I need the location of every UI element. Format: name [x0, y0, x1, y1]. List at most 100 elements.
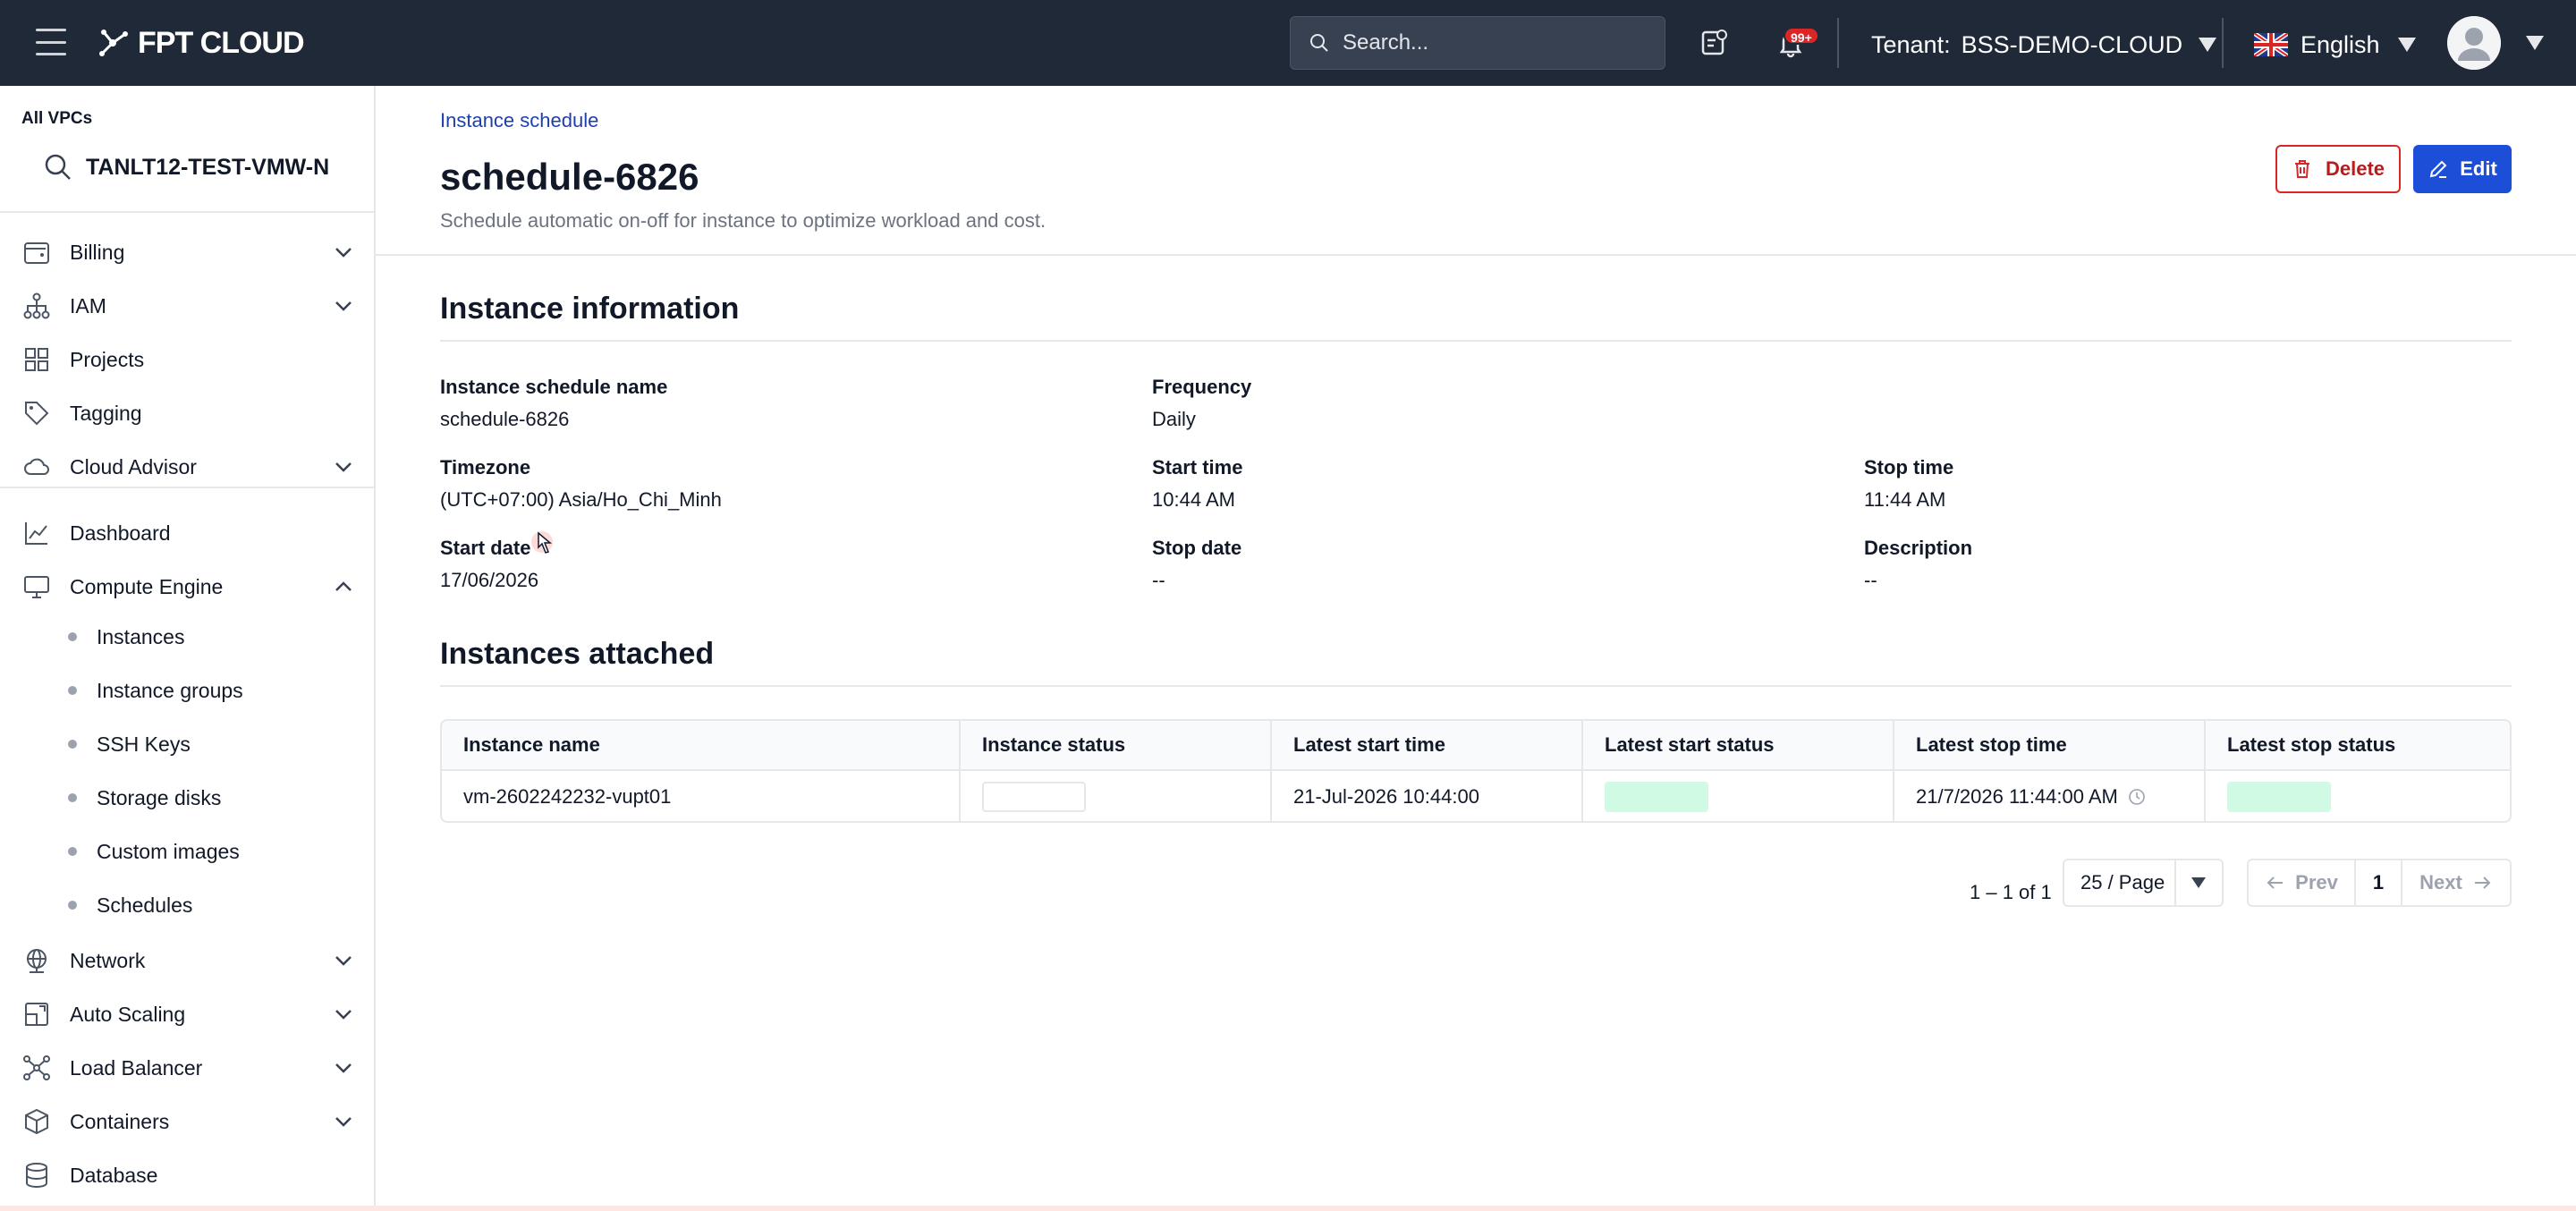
bullet-icon [68, 686, 77, 695]
sidebar-item-projects[interactable]: Projects [21, 338, 354, 381]
sidebar-subitem-instance-groups[interactable]: Instance groups [68, 671, 354, 710]
divider [376, 254, 2576, 256]
sidebar-item-load-balancer[interactable]: Load Balancer [21, 1046, 354, 1089]
menu-icon[interactable] [36, 29, 66, 55]
latest-start-status-cell [1583, 771, 1894, 821]
instance-name-cell[interactable]: vm-2602242232-vupt01 [442, 771, 961, 821]
page-size-value: 25 / Page [2064, 860, 2176, 905]
sidebar-item-database[interactable]: Database [21, 1154, 354, 1197]
field-label: Description [1864, 537, 1973, 559]
column-header[interactable]: Latest start time [1272, 721, 1583, 769]
chevron-down-icon [335, 301, 352, 311]
caret-down-icon [2191, 877, 2207, 888]
latest-stop-time: 21/7/2026 11:44:00 AM [1916, 785, 2118, 808]
sidebar-item-billing[interactable]: Billing [21, 231, 354, 274]
user-menu[interactable] [2447, 16, 2544, 70]
page-number-button[interactable]: 1 [2356, 860, 2402, 905]
sidebar-item-compute-engine[interactable]: Compute Engine [21, 565, 354, 608]
sidebar-item-iam[interactable]: IAM [21, 284, 354, 327]
sidebar-item-auto-scaling[interactable]: Auto Scaling [21, 993, 354, 1036]
caret-down-icon [2199, 38, 2217, 52]
column-header[interactable]: Latest stop time [1894, 721, 2206, 769]
table-row[interactable]: vm-2602242232-vupt01 21-Jul-2026 10:44:0… [442, 771, 2510, 821]
column-header[interactable]: Instance status [961, 721, 1272, 769]
tenant-label: Tenant: [1871, 30, 1951, 58]
prev-page-button[interactable]: Prev [2249, 860, 2356, 905]
top-bar: FPT CLOUD 99+ Tenant: BSS-DEMO-CLOUD Eng… [0, 0, 2576, 86]
instance-info-title: Instance information [440, 292, 740, 326]
sidebar: All VPCs TANLT12-TEST-VMW-N Billing IAM … [0, 86, 376, 1211]
sidebar-item-cloud-advisor[interactable]: Cloud Advisor [21, 445, 354, 488]
divider [2222, 18, 2224, 68]
sidebar-subitem-instances[interactable]: Instances [68, 617, 354, 656]
hierarchy-icon [23, 292, 50, 319]
sidebar-subitem-storage-disks[interactable]: Storage disks [68, 778, 354, 817]
latest-stop-status-cell [2206, 771, 2510, 821]
logo-mark-icon [99, 30, 128, 56]
page-size-select[interactable]: 25 / Page [2063, 859, 2224, 907]
page-subtitle: Schedule automatic on-off for instance t… [440, 209, 1046, 232]
delete-label: Delete [2325, 157, 2385, 180]
vpc-value: TANLT12-TEST-VMW-N [86, 154, 330, 180]
sidebar-subitem-custom-images[interactable]: Custom images [68, 832, 354, 871]
notification-badge: 99+ [1784, 27, 1819, 45]
sidebar-item-label: Compute Engine [70, 574, 224, 598]
vpc-label: All VPCs [21, 109, 93, 128]
table-header: Instance name Instance status Latest sta… [442, 721, 2510, 771]
pencil-icon [2429, 160, 2447, 178]
search-icon [1310, 34, 1328, 52]
arrow-right-icon [2474, 876, 2491, 889]
box-icon [25, 1108, 48, 1135]
main-content: Instance schedule schedule-6826 Schedule… [376, 86, 2576, 1211]
network-icon [23, 1055, 50, 1080]
monitor-icon [24, 576, 49, 598]
edit-button[interactable]: Edit [2413, 145, 2512, 193]
global-search[interactable] [1290, 16, 1665, 70]
trash-icon [2294, 160, 2309, 178]
bullet-icon [68, 740, 77, 749]
avatar[interactable] [2447, 16, 2501, 70]
latest-start-time-cell: 21-Jul-2026 10:44:00 [1272, 771, 1583, 821]
divider [0, 487, 374, 488]
page-title: schedule-6826 [440, 156, 699, 198]
instances-attached-title: Instances attached [440, 637, 715, 671]
field-value: 17/06/2026 [440, 569, 539, 591]
dropdown-toggle[interactable] [2176, 860, 2222, 905]
pointer-cursor-icon [531, 531, 553, 554]
sidebar-item-dashboard[interactable]: Dashboard [21, 512, 354, 555]
user-icon [2447, 16, 2501, 70]
breadcrumb[interactable]: Instance schedule [440, 109, 598, 132]
sidebar-subitem-label: Instance groups [97, 678, 243, 702]
sidebar-item-network[interactable]: Network [21, 939, 354, 982]
chevron-up-icon [335, 581, 352, 591]
search-input[interactable] [1343, 30, 1647, 55]
column-header[interactable]: Latest stop status [2206, 721, 2510, 769]
instance-status-cell [961, 771, 1272, 821]
sidebar-item-containers[interactable]: Containers [21, 1100, 354, 1143]
vpc-selector[interactable]: TANLT12-TEST-VMW-N [43, 145, 365, 190]
cloud-icon [24, 458, 49, 475]
next-page-button[interactable]: Next [2402, 860, 2510, 905]
sidebar-subitem-schedules[interactable]: Schedules [68, 885, 354, 925]
tenant-selector[interactable]: Tenant: BSS-DEMO-CLOUD [1871, 27, 2217, 63]
sidebar-item-tagging[interactable]: Tagging [21, 392, 354, 435]
field-value: schedule-6826 [440, 408, 570, 430]
clock-icon[interactable] [2127, 787, 2147, 807]
sidebar-subitem-ssh-keys[interactable]: SSH Keys [68, 724, 354, 764]
chevron-down-icon [335, 1010, 352, 1020]
database-icon [26, 1163, 47, 1188]
chevron-down-icon [335, 1117, 352, 1127]
language-value: English [2301, 30, 2380, 58]
activity-button[interactable] [1694, 23, 1733, 63]
sidebar-item-label: Network [70, 948, 146, 972]
column-header[interactable]: Latest start status [1583, 721, 1894, 769]
status-badge [2227, 782, 2331, 812]
column-header[interactable]: Instance name [442, 721, 961, 769]
language-selector[interactable]: English [2254, 27, 2416, 63]
bullet-icon [68, 793, 77, 802]
brand-logo[interactable]: FPT CLOUD [95, 23, 305, 63]
field-value: Daily [1152, 408, 1196, 430]
chevron-down-icon [335, 462, 352, 472]
sidebar-subitem-label: Schedules [97, 893, 193, 917]
delete-button[interactable]: Delete [2275, 145, 2401, 193]
